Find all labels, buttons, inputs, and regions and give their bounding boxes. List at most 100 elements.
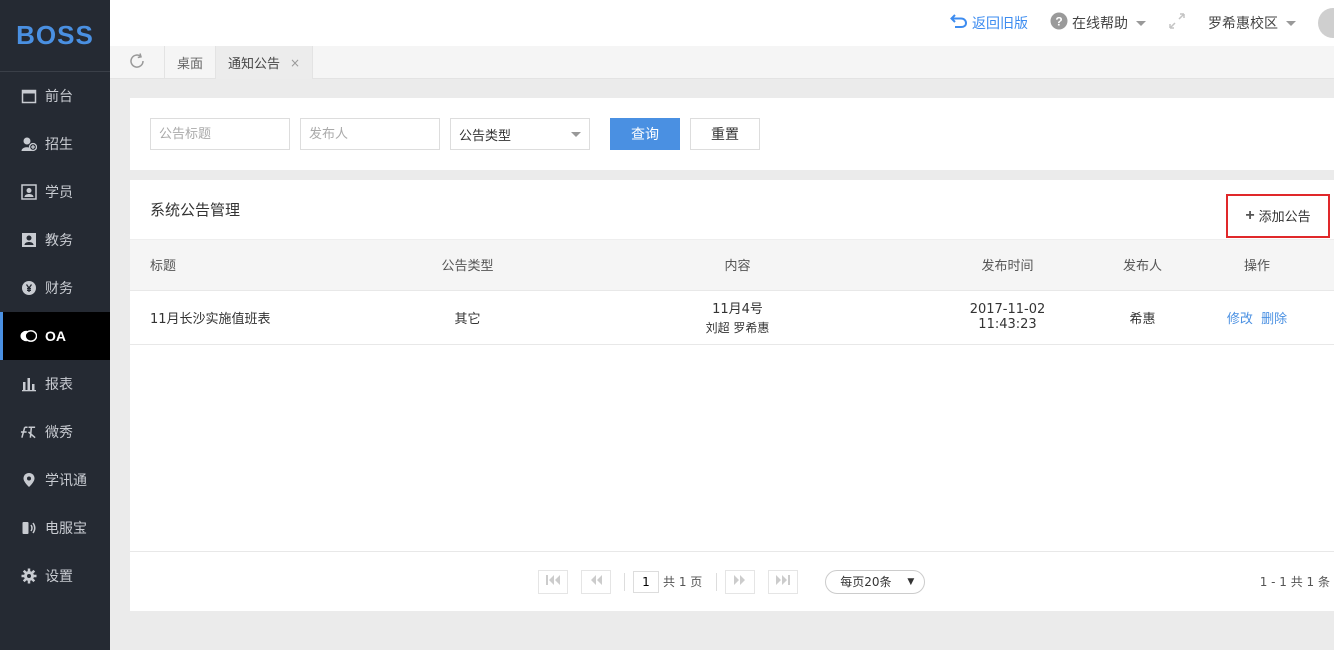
svg-text:?: ? (1055, 15, 1062, 29)
sidebar-item-finance[interactable]: 财务 (0, 264, 110, 312)
notice-table: 标题 公告类型 内容 发布时间 发布人 操作 11月长沙实施值班表 其它 11月… (130, 240, 1334, 345)
page-title: 系统公告管理 (150, 201, 241, 219)
add-notice-label: 添加公告 (1258, 210, 1311, 225)
gear-icon (20, 568, 37, 585)
logo: BOSS (0, 0, 110, 72)
fullscreen-button[interactable] (1168, 12, 1186, 34)
sidebar-item-label: 学员 (45, 185, 73, 201)
avatar[interactable] (1318, 8, 1334, 38)
notice-title-input[interactable] (150, 118, 290, 150)
close-icon[interactable]: × (290, 56, 300, 70)
last-page-icon (776, 575, 791, 588)
sidebar-item-label: 学讯通 (45, 473, 87, 489)
sidebar-item-dianfubao[interactable]: 电服宝 (0, 504, 110, 552)
pagination: 共 1 页 每页20条 ▼ 1 - 1 共 1 条 (130, 551, 1334, 611)
per-page-select[interactable]: 每页20条 ▼ (825, 569, 926, 594)
prev-page-button[interactable] (581, 569, 611, 594)
select-value: 公告类型 (459, 128, 512, 144)
per-page-value: 每页20条 (840, 575, 892, 589)
cell-type: 其它 (370, 290, 565, 345)
undo-arrow-icon (950, 13, 972, 33)
first-page-icon (546, 575, 560, 588)
table-header-row: 标题 公告类型 内容 发布时间 发布人 操作 (130, 240, 1334, 291)
delete-link[interactable]: 删除 (1261, 312, 1287, 327)
expand-icon (1168, 12, 1186, 34)
yen-icon (20, 280, 37, 297)
campus-label: 罗希惠校区 (1208, 16, 1278, 32)
sidebar-item-label: 设置 (45, 569, 73, 585)
divider (716, 572, 718, 591)
sidebar-item-enroll[interactable]: 招生 (0, 120, 110, 168)
chevron-down-icon (571, 131, 581, 137)
total-pages-text: 共 1 页 (663, 575, 703, 589)
prev-page-icon (590, 575, 602, 588)
logo-text: BOSS (16, 20, 94, 50)
sidebar-item-label: 微秀 (45, 425, 73, 441)
sidebar-item-label: OA (45, 328, 66, 344)
sidebar-item-oa[interactable]: OA (0, 312, 110, 360)
sidebar-item-frontdesk[interactable]: 前台 (0, 72, 110, 120)
last-page-button[interactable] (768, 569, 799, 594)
publisher-input[interactable] (300, 118, 440, 150)
column-header-time[interactable]: 发布时间 (910, 240, 1105, 291)
reset-button[interactable]: 重置 (690, 118, 760, 150)
add-notice-button[interactable]: + 添加公告 (1226, 193, 1330, 238)
sidebar-item-label: 招生 (45, 137, 73, 153)
refresh-icon (128, 52, 146, 74)
filter-panel: 公告类型 查询 重置 (130, 98, 1334, 170)
phone-signal-icon (20, 520, 37, 537)
calendar-icon (20, 88, 37, 105)
next-page-button[interactable] (725, 569, 756, 594)
column-header-publisher[interactable]: 发布人 (1105, 240, 1180, 291)
table-row[interactable]: 11月长沙实施值班表 其它 11月4号 刘超 罗希惠 2017-11-02 11… (130, 290, 1334, 345)
next-page-icon (734, 575, 746, 588)
sidebar-item-weixiu[interactable]: 微秀 (0, 408, 110, 456)
triangle-down-icon: ▼ (907, 576, 915, 587)
chevron-down-icon (1286, 20, 1296, 26)
divider (624, 572, 625, 591)
edit-link[interactable]: 修改 (1227, 312, 1253, 327)
tab-label: 通知公告 (228, 57, 281, 72)
help-label: 在线帮助 (1072, 16, 1128, 32)
notice-management-panel: 系统公告管理 + 添加公告 标题 公告类型 内容 发布时间 发布人 操作 11月… (130, 180, 1334, 611)
sidebar-item-label: 财务 (45, 281, 73, 297)
back-to-old-version-link[interactable]: 返回旧版 (950, 13, 1028, 33)
cell-content: 11月4号 刘超 罗希惠 (565, 290, 910, 345)
tab-desktop[interactable]: 桌面 (165, 46, 217, 79)
sidebar-item-academic[interactable]: 教务 (0, 216, 110, 264)
column-header-title[interactable]: 标题 (130, 240, 370, 291)
column-header-type[interactable]: 公告类型 (370, 240, 565, 291)
refresh-button[interactable] (110, 46, 165, 79)
user-add-icon (20, 136, 37, 153)
sidebar-item-reports[interactable]: 报表 (0, 360, 110, 408)
pagination-controls: 共 1 页 每页20条 ▼ (538, 569, 926, 594)
tab-bar: 桌面 通知公告 × (110, 46, 1334, 79)
content-line: 刘超 罗希惠 (705, 321, 770, 335)
card-header: 系统公告管理 + 添加公告 (130, 180, 1334, 240)
query-button[interactable]: 查询 (610, 118, 680, 150)
page-number-input[interactable] (633, 570, 659, 593)
column-header-content[interactable]: 内容 (565, 240, 910, 291)
sidebar-item-label: 教务 (45, 233, 73, 249)
sidebar-item-xuexuntong[interactable]: 学讯通 (0, 456, 110, 504)
id-card-icon (20, 184, 37, 201)
sidebar-item-label: 报表 (45, 377, 73, 393)
bar-chart-icon (20, 376, 37, 393)
plus-icon: + (1245, 206, 1255, 224)
sidebar-item-settings[interactable]: 设置 (0, 552, 110, 600)
sidebar-item-students[interactable]: 学员 (0, 168, 110, 216)
sidebar-item-label: 电服宝 (45, 521, 87, 537)
first-page-button[interactable] (538, 569, 568, 594)
location-pin-icon (20, 472, 37, 489)
content-line: 11月4号 (712, 302, 763, 317)
chat-bubbles-icon (20, 328, 37, 345)
notice-type-select[interactable]: 公告类型 (450, 118, 590, 150)
campus-switcher[interactable]: 罗希惠校区 (1208, 13, 1296, 33)
chevron-down-icon (1136, 20, 1146, 26)
record-count: 1 - 1 共 1 条 (1259, 575, 1330, 589)
online-help-dropdown[interactable]: ? 在线帮助 (1050, 12, 1146, 34)
column-header-actions: 操作 (1180, 240, 1334, 291)
cell-actions: 修改 删除 (1180, 290, 1334, 345)
tab-notice[interactable]: 通知公告 × (216, 46, 314, 79)
sidebar: BOSS 前台 招生 学员 教务 财务 OA 报表 微秀 学讯通 电服宝 设置 (0, 0, 110, 650)
